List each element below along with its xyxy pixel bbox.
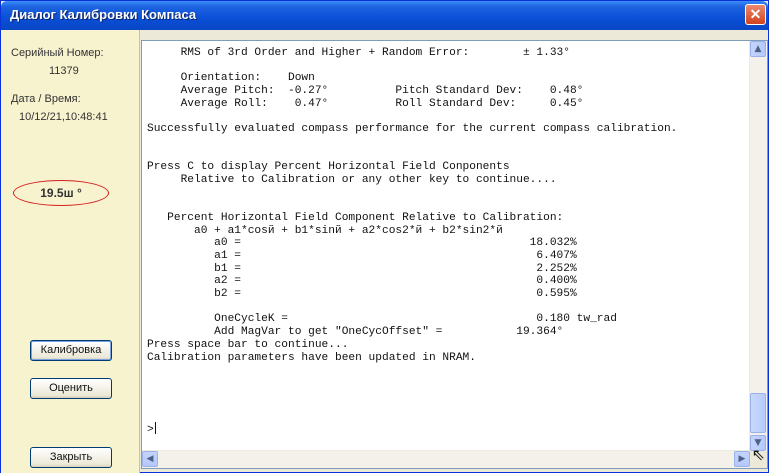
console-line: Average Pitch: -0.27° Pitch Standard Dev…	[147, 85, 584, 98]
text-caret	[154, 422, 156, 434]
console-line: Calibration parameters have been updated…	[147, 351, 476, 364]
scroll-left-button[interactable]: ◀	[142, 451, 158, 467]
horizontal-scrollbar[interactable]: ◀ ▶	[142, 450, 750, 468]
console-line: Percent Horizontal Field Component Relat…	[147, 211, 564, 224]
console-line: a2 = 0.400%	[147, 275, 577, 288]
console-line: a0 = 18.032%	[147, 237, 577, 250]
serial-number-value: 11379	[49, 65, 79, 77]
title-bar[interactable]: Диалог Калибровки Компаса ✕	[1, 1, 768, 30]
compass-calibration-dialog: Диалог Калибровки Компаса ✕ Серийный Ном…	[0, 0, 769, 473]
scrollbar-corner: ⇖	[750, 445, 767, 468]
console-line: OneCycleK = 0.180 tw_rad	[147, 313, 617, 326]
calibrate-button[interactable]: Калибровка	[30, 340, 112, 361]
console-line: a0 + a1*cosй + b1*sinй + a2*cos2*й + b2*…	[147, 224, 503, 237]
console-line: b2 = 0.595%	[147, 288, 577, 301]
console-text: RMS of 3rd Order and Higher + Random Err…	[147, 47, 747, 364]
mouse-cursor-icon: ⇖	[751, 445, 765, 464]
info-sidebar: Серийный Номер: 11379 Дата / Время: 10/1…	[1, 30, 140, 473]
evaluate-button[interactable]: Оценить	[30, 378, 112, 399]
datetime-label: Дата / Время:	[11, 93, 81, 105]
close-button[interactable]: Закрыть	[30, 447, 112, 468]
heading-readout: 19.5ш °	[13, 180, 109, 206]
console-prompt[interactable]: >	[147, 422, 156, 436]
console-line: Add MagVar to get "OneCycOffset" = 19.36…	[147, 326, 564, 339]
console-line: Press C to display Percent Horizontal Fi…	[147, 161, 510, 174]
serial-number-label: Серийный Номер:	[11, 47, 104, 59]
close-window-button[interactable]: ✕	[745, 4, 766, 25]
scroll-right-button[interactable]: ▶	[734, 451, 750, 467]
vertical-scrollbar[interactable]: ▲ ▼	[749, 41, 767, 451]
console-line: RMS of 3rd Order and Higher + Random Err…	[147, 47, 570, 59]
datetime-value: 10/12/21,10:48:41	[19, 111, 108, 123]
console-line: Average Roll: 0.47° Roll Standard Dev: 0…	[147, 97, 584, 110]
console-line: a1 = 6.407%	[147, 250, 577, 262]
console-line: Orientation: Down	[147, 72, 315, 85]
window-title: Диалог Калибровки Компаса	[10, 7, 197, 22]
console-output[interactable]: RMS of 3rd Order and Higher + Random Err…	[141, 40, 768, 469]
console-line: Relative to Calibration or any other key…	[147, 173, 557, 186]
vertical-scroll-thumb[interactable]	[750, 393, 766, 433]
console-line: b1 = 2.252%	[147, 262, 577, 275]
console-line: Press space bar to continue...	[147, 338, 349, 351]
prompt-symbol: >	[147, 424, 154, 436]
console-line: Successfully evaluated compass performan…	[147, 123, 678, 136]
scroll-up-button[interactable]: ▲	[750, 41, 766, 57]
